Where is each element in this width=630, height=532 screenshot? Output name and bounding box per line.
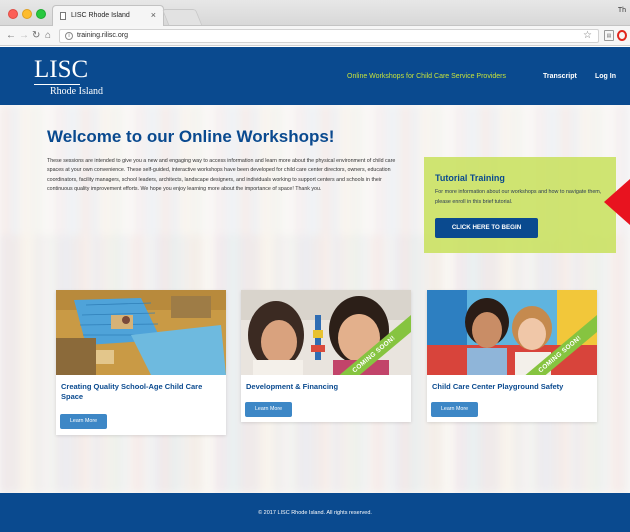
close-window-button[interactable]	[8, 9, 18, 19]
adblock-icon[interactable]	[617, 30, 627, 41]
browser-toolbar: ← → ↻ ⌂ i training.rilisc.org ☆ ▤	[0, 26, 630, 46]
tutorial-panel: Tutorial Training For more information a…	[424, 157, 616, 253]
logo-underline	[34, 84, 80, 85]
workshop-image-children-blocks[interactable]: COMING SOON!	[241, 290, 411, 375]
copyright-text: © 2017 LISC Rhode Island. All rights res…	[258, 510, 372, 516]
workshop-card: COMING SOON! Development & Financing Lea…	[241, 290, 411, 422]
browser-tab-bar: LISC Rhode Island × Th	[0, 0, 630, 26]
home-icon[interactable]: ⌂	[45, 29, 51, 42]
address-bar[interactable]: i training.rilisc.org ☆	[59, 29, 599, 43]
new-tab-button[interactable]	[161, 9, 203, 25]
nav-link-transcript[interactable]: Transcript	[543, 73, 577, 80]
browser-tab[interactable]: LISC Rhode Island ×	[52, 5, 164, 26]
workshop-title[interactable]: Creating Quality School-Age Child Care S…	[61, 382, 221, 402]
profile-label[interactable]: Th	[618, 7, 626, 14]
nav-link-login[interactable]: Log In	[595, 73, 616, 80]
logo-sub-text: Rhode Island	[50, 86, 104, 97]
intro-paragraph: These sessions are intended to give you …	[47, 158, 396, 192]
info-icon[interactable]: i	[65, 32, 73, 40]
workshop-title[interactable]: Child Care Center Playground Safety	[432, 382, 592, 392]
site-header: LISC Rhode Island Online Workshops for C…	[0, 47, 630, 105]
red-arrow-annotation	[604, 179, 630, 225]
url-text[interactable]: training.rilisc.org	[77, 32, 128, 39]
workshop-card: COMING SOON! Child Care Center Playgroun…	[427, 290, 597, 422]
forward-arrow-icon[interactable]: →	[19, 29, 29, 42]
learn-more-button[interactable]: Learn More	[431, 402, 478, 417]
extension-icon[interactable]: ▤	[604, 30, 614, 41]
tutorial-title: Tutorial Training	[435, 173, 505, 183]
tutorial-text: For more information about our workshops…	[435, 189, 602, 205]
lisc-logo[interactable]: LISC Rhode Island	[34, 57, 114, 97]
tab-title: LISC Rhode Island	[71, 12, 130, 19]
workshop-title[interactable]: Development & Financing	[246, 382, 406, 392]
workshop-card: Creating Quality School-Age Child Care S…	[56, 290, 226, 435]
workshop-image-playground[interactable]: COMING SOON!	[427, 290, 597, 375]
learn-more-button[interactable]: Learn More	[60, 414, 107, 429]
close-tab-icon[interactable]: ×	[151, 10, 156, 20]
reload-icon[interactable]: ↻	[32, 29, 40, 42]
workshop-image-classroom[interactable]	[56, 290, 226, 375]
page-title: Welcome to our Online Workshops!	[47, 127, 335, 146]
site-footer: © 2017 LISC Rhode Island. All rights res…	[0, 493, 630, 532]
back-arrow-icon[interactable]: ←	[6, 29, 16, 42]
logo-main-text: LISC	[34, 56, 89, 83]
begin-tutorial-button[interactable]: CLICK HERE TO BEGIN	[435, 218, 538, 238]
page-icon	[60, 12, 66, 20]
nav-link-workshops[interactable]: Online Workshops for Child Care Service …	[347, 73, 506, 80]
zoom-window-button[interactable]	[36, 9, 46, 19]
minimize-window-button[interactable]	[22, 9, 32, 19]
bookmark-star-icon[interactable]: ☆	[583, 30, 592, 41]
hero-section: Welcome to our Online Workshops! These s…	[0, 105, 630, 493]
learn-more-button[interactable]: Learn More	[245, 402, 292, 417]
